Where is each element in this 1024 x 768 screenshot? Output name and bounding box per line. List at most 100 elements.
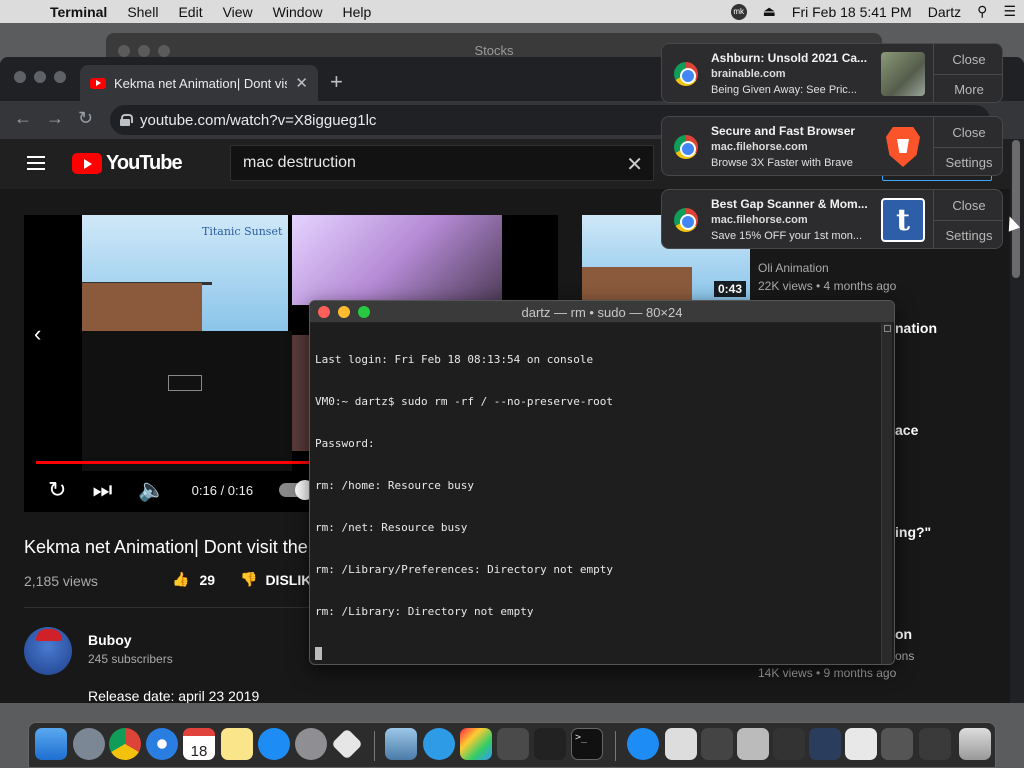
menu-help[interactable]: Help <box>332 4 381 20</box>
related-meta: 22K views • 4 months ago <box>758 279 897 293</box>
menu-view[interactable]: View <box>213 4 263 20</box>
hamburger-menu-icon[interactable] <box>27 156 45 170</box>
related-title-fragment[interactable]: on <box>895 626 912 642</box>
window-thumbnail-icon[interactable] <box>881 728 913 760</box>
terminal-output[interactable]: Last login: Fri Feb 18 08:13:54 on conso… <box>315 325 881 664</box>
menu-shell[interactable]: Shell <box>117 4 168 20</box>
window-thumbnail-icon[interactable] <box>737 728 769 760</box>
notification[interactable]: Secure and Fast Browser mac.filehorse.co… <box>661 116 1003 176</box>
menubar-clock[interactable]: Fri Feb 18 5:41 PM <box>792 4 912 20</box>
like-count: 29 <box>199 571 216 588</box>
dislike-button[interactable]: 👎 DISLIK <box>240 571 311 588</box>
color-picker-icon[interactable] <box>460 728 492 760</box>
related-title-fragment[interactable]: ing?" <box>895 524 931 540</box>
progress-bar[interactable] <box>36 461 326 464</box>
back-arrow-icon[interactable]: ← <box>14 108 32 129</box>
terminal-glyph: >_ <box>575 732 588 743</box>
terminal-dock-icon[interactable]: >_ <box>571 728 603 760</box>
related-channel[interactable]: Oli Animation <box>758 261 829 275</box>
control-center-icon[interactable]: ☰ <box>1003 3 1016 20</box>
spotlight-search-icon[interactable]: ⚲ <box>977 3 987 20</box>
minimize-window-button[interactable] <box>34 71 46 83</box>
launchpad-icon[interactable] <box>73 728 105 760</box>
zoom-window-button[interactable] <box>54 71 66 83</box>
tab-youtube[interactable]: Kekma net Animation| Dont vis ✕ <box>80 65 318 101</box>
close-window-button[interactable] <box>14 71 26 83</box>
close-tab-icon[interactable]: ✕ <box>295 74 308 92</box>
notification-more-button[interactable]: More <box>934 74 1002 102</box>
thumbs-down-icon: 👎 <box>240 571 258 587</box>
trash-icon[interactable] <box>959 728 991 760</box>
related-title-fragment[interactable]: ace <box>895 422 918 438</box>
dock-separator <box>374 731 375 761</box>
search-input[interactable]: mac destruction ✕ <box>230 145 654 181</box>
notification-actions: Close Settings <box>933 117 1002 175</box>
mk-status-icon[interactable]: mk <box>730 3 747 20</box>
roblox-icon[interactable] <box>331 728 363 760</box>
menu-edit[interactable]: Edit <box>168 4 212 20</box>
search-query: mac destruction <box>243 154 356 171</box>
volume-icon[interactable]: 🔈 <box>138 477 165 503</box>
related-meta: ons <box>895 649 915 663</box>
notification-settings-button[interactable]: Settings <box>934 147 1002 175</box>
time-display: 0:16 / 0:16 <box>191 482 254 498</box>
document-thumbnail-icon[interactable] <box>665 728 697 760</box>
description-text: Release date: april 23 2019 <box>88 688 260 703</box>
chrome-dock-icon[interactable] <box>109 728 141 760</box>
page-scrollbar[interactable] <box>1012 140 1020 278</box>
notification-close-button[interactable]: Close <box>934 117 1002 147</box>
notification-source: mac.filehorse.com <box>711 141 808 153</box>
terminal-window[interactable]: dartz — rm • sudo — 80×24 Last login: Fr… <box>309 300 895 665</box>
notification-close-button[interactable]: Close <box>934 190 1002 220</box>
utilities-icon[interactable] <box>497 728 529 760</box>
window-thumbnail-icon[interactable] <box>701 728 733 760</box>
previous-arrow-icon[interactable]: ‹ <box>34 321 41 347</box>
menu-window[interactable]: Window <box>263 4 333 20</box>
notification-source: brainable.com <box>711 68 786 80</box>
window-thumbnail-icon[interactable] <box>845 728 877 760</box>
replay-icon[interactable]: ↻ <box>48 477 66 503</box>
menu-app-terminal[interactable]: Terminal <box>40 4 117 20</box>
subscriber-count: 245 subscribers <box>88 652 173 666</box>
reload-icon[interactable]: ↻ <box>78 108 93 129</box>
menubar-user[interactable]: Dartz <box>928 4 961 20</box>
channel-name[interactable]: Buboy <box>88 632 132 648</box>
next-icon[interactable]: ⏭ <box>92 477 112 503</box>
calendar-icon[interactable]: 18 <box>183 728 215 760</box>
notification-close-button[interactable]: Close <box>934 44 1002 74</box>
terminal-line: Password: <box>315 437 375 450</box>
video-frame-anime <box>292 215 502 305</box>
finder-icon[interactable] <box>35 728 67 760</box>
preview-icon[interactable] <box>385 728 417 760</box>
notes-icon[interactable] <box>221 728 253 760</box>
notification-source: mac.filehorse.com <box>711 214 808 226</box>
window-thumbnail-icon[interactable] <box>809 728 841 760</box>
frame-handwritten-text: Titanic Sunset <box>202 225 283 238</box>
app-store-icon[interactable] <box>258 728 290 760</box>
youtube-logo[interactable]: YouTube <box>72 152 183 175</box>
related-title-fragment[interactable]: nation <box>895 320 937 336</box>
stocks-icon[interactable] <box>534 728 566 760</box>
notification-body: Browse 3X Faster with Brave <box>711 157 853 169</box>
terminal-titlebar[interactable]: dartz — rm • sudo — 80×24 <box>310 301 894 323</box>
channel-avatar[interactable] <box>24 627 72 675</box>
notification-settings-button[interactable]: Settings <box>934 220 1002 248</box>
forward-arrow-icon[interactable]: → <box>46 108 64 129</box>
notification[interactable]: Ashburn: Unsold 2021 Ca... brainable.com… <box>661 43 1003 103</box>
terminal-scrollbar[interactable] <box>881 323 892 664</box>
safari-icon[interactable] <box>146 728 178 760</box>
clear-search-icon[interactable]: ✕ <box>626 152 643 177</box>
window-thumbnail-icon[interactable] <box>919 728 951 760</box>
mackeeper-icon[interactable] <box>423 728 455 760</box>
autoplay-toggle[interactable] <box>279 480 316 500</box>
downloads-app-store-icon[interactable] <box>627 728 659 760</box>
terminal-line: Last login: Fri Feb 18 08:13:54 on conso… <box>315 353 594 366</box>
new-tab-button[interactable]: + <box>330 69 343 95</box>
eject-icon[interactable]: ⏏ <box>763 3 776 20</box>
window-thumbnail-icon[interactable] <box>773 728 805 760</box>
like-button[interactable]: 👍 29 <box>172 571 215 588</box>
tab-title: Kekma net Animation| Dont vis <box>114 75 288 91</box>
system-preferences-icon[interactable] <box>295 728 327 760</box>
notification[interactable]: Best Gap Scanner & Mom... mac.filehorse.… <box>661 189 1003 249</box>
video-frame-titanic: Titanic Sunset <box>82 215 288 331</box>
